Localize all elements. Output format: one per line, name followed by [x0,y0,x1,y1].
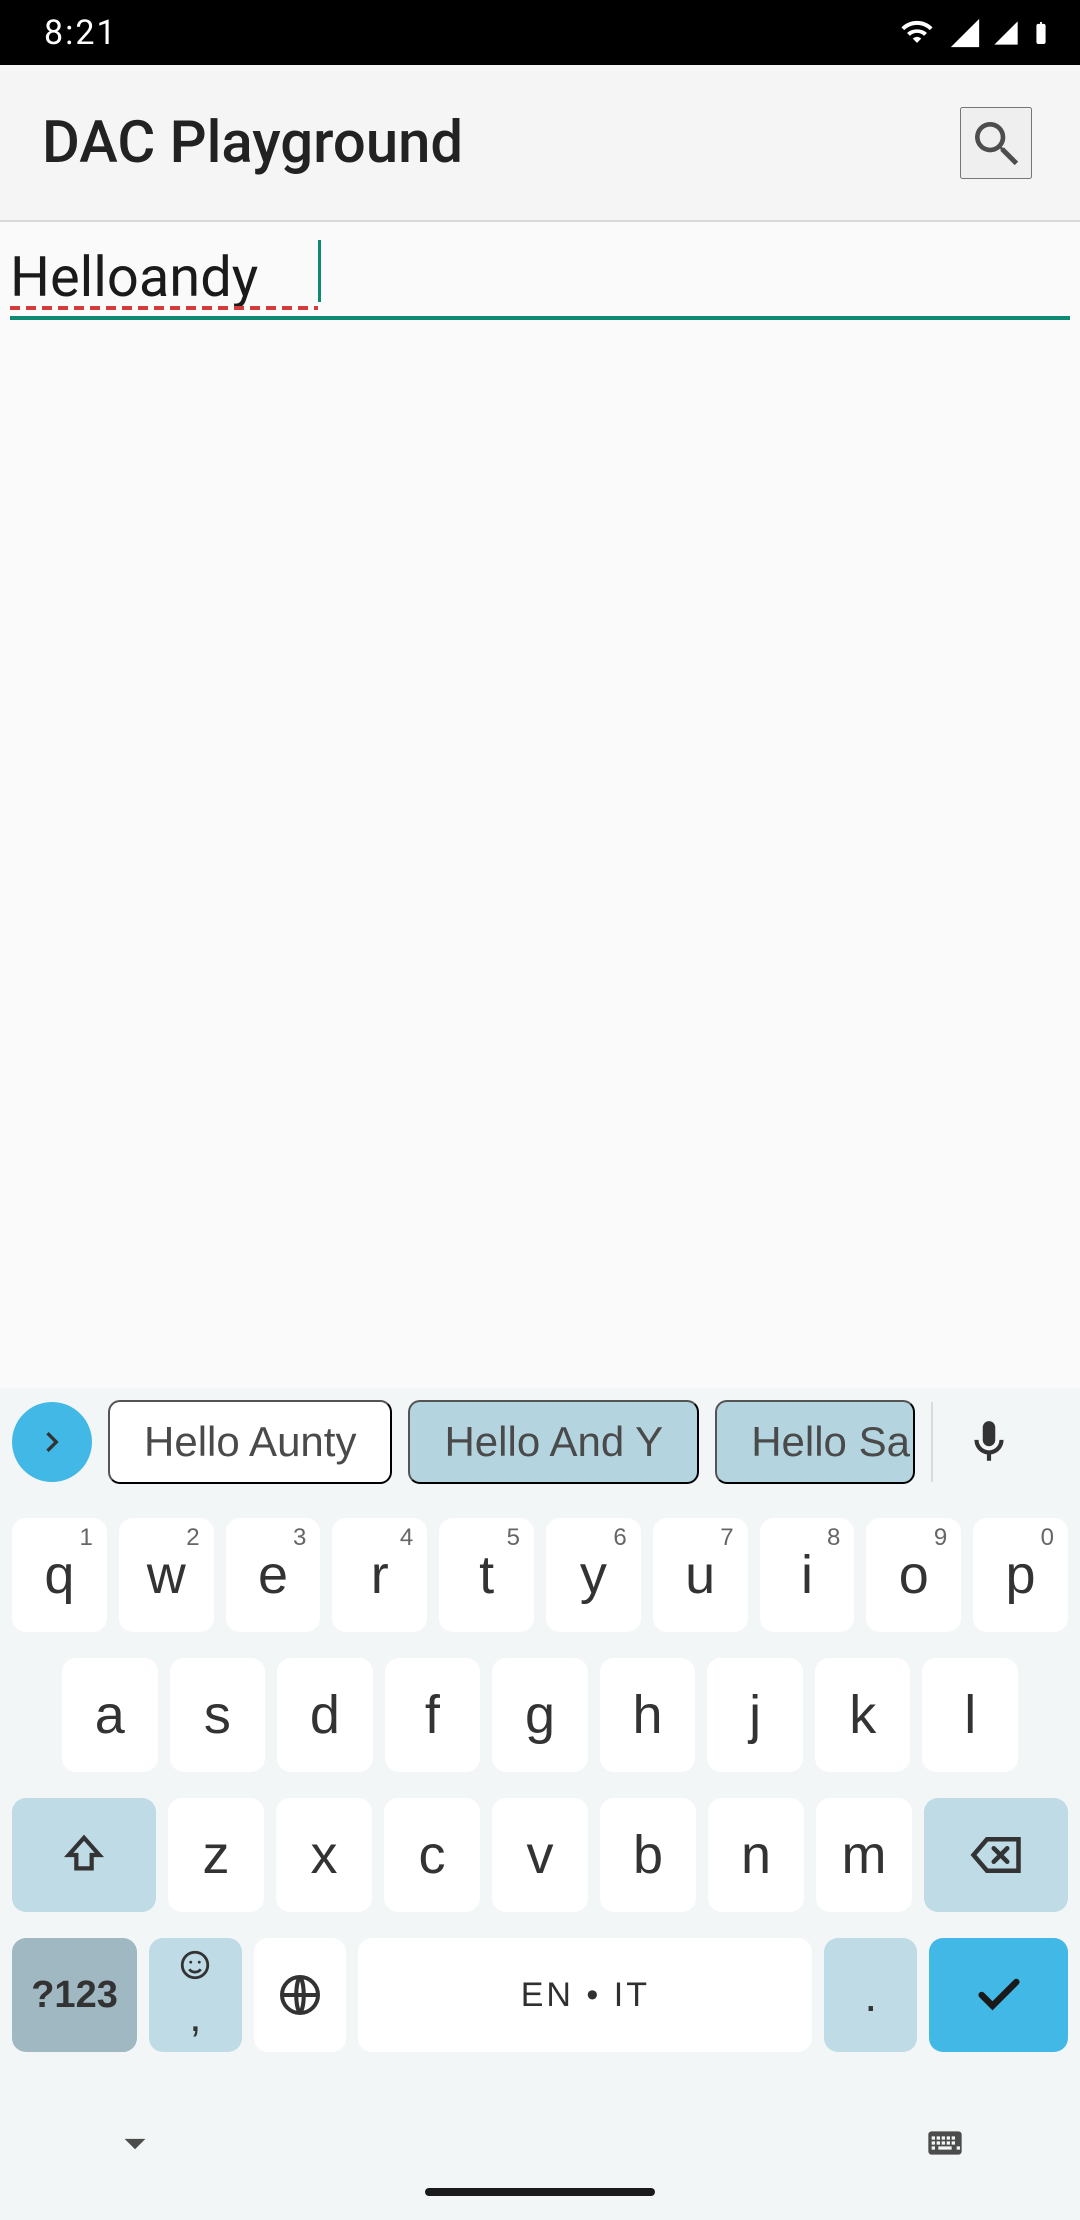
keyboard-icon [920,2123,970,2163]
key-f[interactable]: f [385,1658,481,1772]
expand-candidates-button[interactable] [12,1402,92,1482]
chevron-down-icon [110,2118,160,2168]
key-row-3: z x c v b n m [12,1798,1068,1912]
key-language[interactable] [254,1938,347,2052]
key-x[interactable]: x [276,1798,372,1912]
key-v[interactable]: v [492,1798,588,1912]
key-l[interactable]: l [922,1658,1018,1772]
comma-label: , [189,1992,201,2042]
key-q[interactable]: q1 [12,1518,107,1632]
key-p[interactable]: p0 [973,1518,1068,1632]
nav-pill-wrap [0,2188,1080,2196]
status-time: 8:21 [44,13,118,53]
candidate-separator [931,1402,933,1482]
key-o[interactable]: o9 [866,1518,961,1632]
key-row-1: q1 w2 e3 r4 t5 y6 u7 i8 o9 p0 [12,1518,1068,1632]
key-u[interactable]: u7 [653,1518,748,1632]
emoji-icon [178,1948,212,1982]
system-navbar [0,2088,1080,2220]
voice-input-button[interactable] [949,1402,1029,1482]
signal-icon [948,16,982,50]
shift-icon [61,1832,107,1878]
key-c[interactable]: c [384,1798,480,1912]
key-row-2: a s d f g h j k l [12,1658,1068,1772]
key-a[interactable]: a [62,1658,158,1772]
candidate-chip-1[interactable]: Hello And Y [408,1400,699,1484]
wifi-icon [896,16,938,50]
microphone-icon [964,1417,1014,1467]
symbols-label: ?123 [31,1974,118,2017]
key-symbols[interactable]: ?123 [12,1938,137,2052]
key-w[interactable]: w2 [119,1518,214,1632]
home-indicator[interactable] [425,2188,655,2196]
blank-area [0,320,1080,1440]
candidate-label: Hello Aunty [144,1418,356,1466]
space-language-label: EN • IT [521,1976,650,2015]
globe-icon [276,1971,324,2019]
chevron-right-icon [32,1422,72,1462]
key-space[interactable]: EN • IT [358,1938,812,2052]
candidate-strip: Hello Aunty Hello And Y Hello Sa [0,1388,1080,1496]
key-emoji[interactable]: , [149,1938,242,2052]
key-rows: q1 w2 e3 r4 t5 y6 u7 i8 o9 p0 a s d f g … [0,1496,1080,2052]
key-i[interactable]: i8 [760,1518,855,1632]
search-button[interactable] [960,107,1032,179]
emoji-stack: , [178,1948,212,2042]
key-z[interactable]: z [168,1798,264,1912]
backspace-icon [969,1828,1023,1882]
text-input-wrap [10,234,1070,320]
key-t[interactable]: t5 [439,1518,534,1632]
content-area [0,222,1080,320]
signal-icon-2 [992,19,1020,47]
text-input[interactable] [10,234,1070,320]
app-title: DAC Playground [42,109,463,177]
key-d[interactable]: d [277,1658,373,1772]
key-period[interactable]: . [824,1938,917,2052]
nav-keyboard-switch-button[interactable] [920,2123,970,2166]
key-k[interactable]: k [815,1658,911,1772]
key-shift[interactable] [12,1798,156,1912]
key-m[interactable]: m [816,1798,912,1912]
candidate-label: Hello Sa [751,1418,910,1466]
key-n[interactable]: n [708,1798,804,1912]
key-r[interactable]: r4 [332,1518,427,1632]
key-y[interactable]: y6 [546,1518,641,1632]
key-backspace[interactable] [924,1798,1068,1912]
key-b[interactable]: b [600,1798,696,1912]
key-h[interactable]: h [600,1658,696,1772]
key-j[interactable]: j [707,1658,803,1772]
status-bar: 8:21 [0,0,1080,65]
candidate-chip-0[interactable]: Hello Aunty [108,1400,392,1484]
key-g[interactable]: g [492,1658,588,1772]
key-row-4: ?123 , EN • IT . [12,1938,1068,2052]
soft-keyboard: Hello Aunty Hello And Y Hello Sa q1 w2 e… [0,1388,1080,2220]
status-icons [896,14,1052,52]
search-icon [968,115,1024,171]
check-icon [973,1969,1025,2021]
nav-hide-keyboard-button[interactable] [110,2118,160,2171]
key-e[interactable]: e3 [226,1518,321,1632]
battery-icon [1030,14,1052,52]
candidate-label: Hello And Y [444,1418,663,1466]
key-s[interactable]: s [170,1658,266,1772]
key-enter[interactable] [929,1938,1068,2052]
period-label: . [864,1968,877,2022]
app-toolbar: DAC Playground [0,65,1080,220]
candidate-chip-2[interactable]: Hello Sa [715,1400,915,1484]
